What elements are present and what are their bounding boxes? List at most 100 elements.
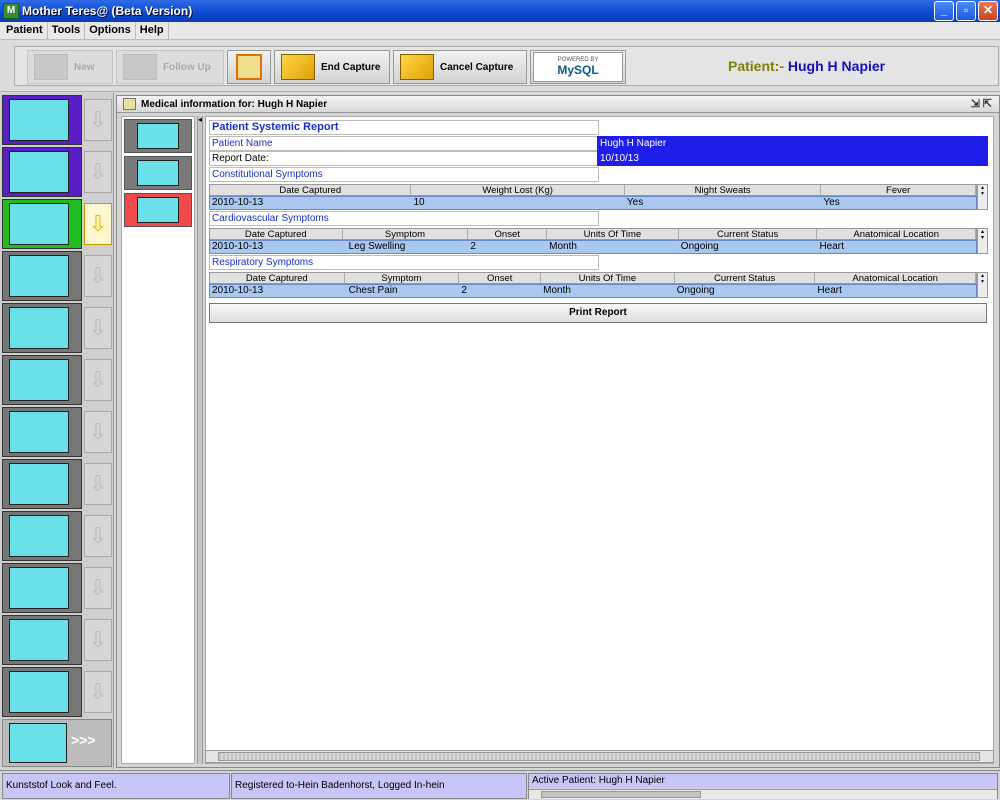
tab-systemic[interactable]: [124, 193, 192, 227]
cell-current-status: Ongoing: [676, 285, 715, 296]
sidebar-item-transport[interactable]: ⇩: [2, 563, 112, 613]
end-capture-icon: [281, 54, 315, 80]
status-scroll-thumb[interactable]: [541, 791, 701, 798]
sidebar-item-medical[interactable]: ⇩: [2, 199, 112, 249]
menu-patient[interactable]: Patient: [2, 22, 48, 39]
patient-header: Patient:- Hugh H Napier: [728, 58, 885, 74]
respiratory-icon: [9, 99, 69, 141]
cancel-capture-label: Cancel Capture: [440, 61, 514, 73]
col-units-of-time[interactable]: Units Of Time: [547, 229, 679, 239]
col-fever[interactable]: Fever: [821, 185, 976, 195]
cell-date: 2010-10-13: [212, 197, 264, 208]
mysql-logo-button[interactable]: POWERED BY MySQL: [530, 50, 626, 84]
col-symptom[interactable]: Symptom: [345, 273, 460, 283]
patient-name-label: Patient Name: [209, 136, 599, 151]
sidebar-item-medication[interactable]: ⇩: [2, 459, 112, 509]
split-divider[interactable]: ◂: [197, 116, 203, 764]
arrow-down-icon[interactable]: ⇩: [84, 567, 112, 609]
menu-options[interactable]: Options: [85, 22, 136, 39]
col-current-status[interactable]: Current Status: [675, 273, 816, 283]
arrow-down-icon[interactable]: ⇩: [84, 463, 112, 505]
status-registered: Registered to-Hein Badenhorst, Logged In…: [231, 773, 527, 799]
sidebar-item-head[interactable]: ⇩: [2, 667, 112, 717]
arrow-down-icon[interactable]: ⇩: [84, 411, 112, 453]
col-date-captured[interactable]: Date Captured: [210, 273, 345, 283]
col-date-captured[interactable]: Date Captured: [210, 229, 343, 239]
report-tab-column: [121, 116, 195, 764]
cardiovascular-table-row[interactable]: 2010-10-13 Leg Swelling 2 Month Ongoing …: [209, 240, 977, 254]
text-capture-button[interactable]: [227, 50, 271, 84]
cancel-capture-button[interactable]: Cancel Capture: [393, 50, 527, 84]
sidebar-item-systemic[interactable]: ⇩: [2, 147, 112, 197]
arrow-down-icon[interactable]: ⇩: [84, 99, 112, 141]
sidebar-item-family[interactable]: ⇩: [2, 303, 112, 353]
sidebar-item-respiratory[interactable]: ⇩: [2, 95, 112, 145]
constitutional-table-row[interactable]: 2010-10-13 10 Yes Yes: [209, 196, 977, 210]
cell-symptom: Leg Swelling: [348, 241, 406, 252]
respiratory-table-row[interactable]: 2010-10-13 Chest Pain 2 Month Ongoing He…: [209, 284, 977, 298]
cell-date: 2010-10-13: [212, 285, 264, 296]
cancel-capture-icon: [400, 54, 434, 80]
sidebar-item-stitches[interactable]: ⇩: [2, 251, 112, 301]
cell-current-status: Ongoing: [680, 241, 719, 252]
follow-up-label: Follow Up: [163, 61, 211, 73]
follow-up-icon: [123, 54, 157, 80]
arrow-down-icon[interactable]: ⇩: [84, 307, 112, 349]
frame-title: Medical information for: Hugh H Napier: [141, 98, 328, 110]
arrow-down-icon[interactable]: ⇩: [84, 151, 112, 193]
face-icon: [9, 619, 69, 661]
sidebar-item-vision[interactable]: ⇩: [2, 407, 112, 457]
new-icon: [34, 54, 68, 80]
menu-help[interactable]: Help: [136, 22, 169, 39]
maximize-button[interactable]: ▫: [956, 1, 976, 21]
module-sidebar: ⇩ ⇩ ⇩ ⇩ ⇩ ⇩ ⇩ ⇩ ⇩ ⇩ ⇩ ⇩ >>>: [0, 93, 114, 769]
head-icon: [9, 671, 69, 713]
col-symptom[interactable]: Symptom: [343, 229, 469, 239]
col-night-sweats[interactable]: Night Sweats: [625, 185, 822, 195]
cell-fever: Yes: [823, 197, 840, 208]
sidebar-item-face[interactable]: ⇩: [2, 615, 112, 665]
col-current-status[interactable]: Current Status: [679, 229, 818, 239]
respiratory-label: Respiratory Symptoms: [209, 255, 599, 270]
col-units-of-time[interactable]: Units Of Time: [541, 273, 675, 283]
cell-anatomical-location: Heart: [817, 285, 842, 296]
close-button[interactable]: ✕: [978, 1, 998, 21]
col-date-captured[interactable]: Date Captured: [210, 185, 412, 195]
cell-onset: 2: [470, 241, 476, 252]
menu-tools[interactable]: Tools: [48, 22, 86, 39]
sidebar-item-social[interactable]: ⇩: [2, 355, 112, 405]
report-date-label: Report Date:: [209, 151, 599, 166]
follow-up-button[interactable]: Follow Up: [116, 50, 224, 84]
minimize-button[interactable]: _: [934, 1, 954, 21]
arrow-down-icon[interactable]: ⇩: [84, 203, 112, 245]
frame-window-buttons[interactable]: ⇲⇱: [971, 97, 995, 110]
respiratory-table-header: Date Captured Symptom Onset Units Of Tim…: [209, 272, 977, 284]
respiratory-scrollbar[interactable]: ▴ ▾: [977, 272, 988, 298]
status-scrollbar[interactable]: [529, 789, 997, 799]
col-anatomical-location[interactable]: Anatomical Location: [817, 229, 976, 239]
constitutional-scrollbar[interactable]: ▴ ▾: [977, 184, 988, 210]
print-report-button[interactable]: Print Report: [209, 303, 987, 323]
col-weight-lost[interactable]: Weight Lost (Kg): [411, 185, 625, 195]
arrow-down-icon[interactable]: ⇩: [84, 619, 112, 661]
sidebar-more-button[interactable]: >>>: [2, 719, 112, 767]
col-anatomical-location[interactable]: Anatomical Location: [815, 273, 976, 283]
col-onset[interactable]: Onset: [459, 273, 542, 283]
end-capture-button[interactable]: End Capture: [274, 50, 390, 84]
arrow-down-icon[interactable]: ⇩: [84, 255, 112, 297]
frame-title-bar: Medical information for: Hugh H Napier ⇲…: [117, 96, 999, 113]
scrollbar-thumb[interactable]: [218, 752, 980, 761]
report-horizontal-scrollbar[interactable]: [205, 750, 994, 763]
tab-respiratory-2[interactable]: [124, 156, 192, 190]
arrow-down-icon[interactable]: ⇩: [84, 359, 112, 401]
arrow-down-icon[interactable]: ⇩: [84, 671, 112, 713]
more-label: >>>: [71, 732, 96, 748]
col-onset[interactable]: Onset: [468, 229, 548, 239]
hand-icon: [9, 723, 67, 763]
cardiovascular-scrollbar[interactable]: ▴ ▾: [977, 228, 988, 254]
sidebar-item-skin[interactable]: ⇩: [2, 511, 112, 561]
skin-icon: [9, 515, 69, 557]
tab-respiratory[interactable]: [124, 119, 192, 153]
arrow-down-icon[interactable]: ⇩: [84, 515, 112, 557]
new-button[interactable]: New: [27, 50, 113, 84]
